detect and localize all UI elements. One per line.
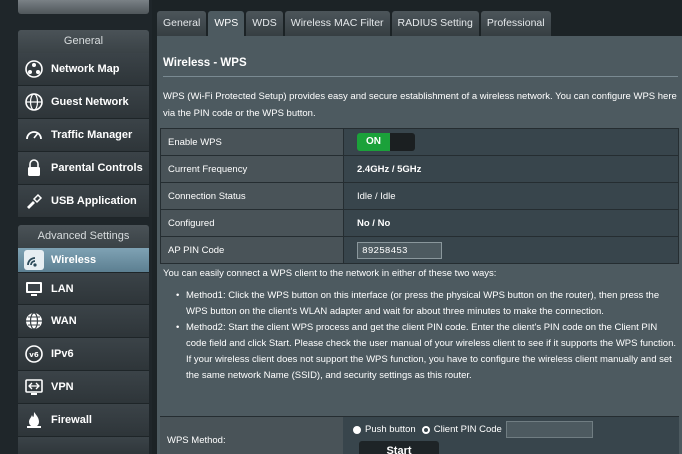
wifi-icon [24, 250, 44, 270]
sidebar-item-label: Parental Controls [51, 162, 143, 174]
wps-method-label: WPS Method: [160, 417, 343, 454]
sidebar-item-label: Guest Network [51, 96, 129, 108]
list-item: Method2: Start the client WPS process an… [176, 320, 678, 384]
instructions-list: Method1: Click the WPS button on this in… [163, 288, 678, 384]
configured-label: Configured [160, 209, 344, 237]
page-description: WPS (Wi-Fi Protected Setup) provides eas… [163, 91, 677, 119]
gauge-icon [24, 125, 44, 145]
network-map-icon [24, 59, 44, 79]
sidebar: General Network Map Guest Network Traffi… [0, 0, 152, 454]
vpn-icon [24, 377, 44, 397]
status-label: Connection Status [160, 182, 344, 210]
sidebar-item-label: Wireless [51, 254, 97, 266]
status-value: Idle / Idle [343, 182, 679, 210]
push-button-label: Push button [365, 424, 416, 435]
sidebar-item-label: USB Application [51, 195, 137, 207]
setting-row-frequency: Current Frequency 2.4GHz / 5GHz [160, 155, 679, 183]
tab-wireless-mac-filter[interactable]: Wireless MAC Filter [284, 11, 390, 36]
wps-panel: Wireless - WPS WPS (Wi-Fi Protected Setu… [157, 36, 682, 454]
toggle-knob [390, 133, 415, 151]
push-button-radio[interactable] [353, 425, 361, 434]
sidebar-item-network-map[interactable]: Network Map [18, 53, 149, 86]
sidebar-advanced-title: Advanced Settings [18, 225, 149, 248]
sidebar-item-usb-application[interactable]: USB Application [18, 185, 149, 218]
lock-icon [24, 158, 44, 178]
sidebar-item-wireless[interactable]: Wireless [18, 248, 149, 273]
setting-row-enable-wps: Enable WPS ON [160, 128, 679, 156]
list-item: Method1: Click the WPS button on this in… [176, 288, 678, 320]
sidebar-item-vpn[interactable]: VPN [18, 371, 149, 404]
sidebar-top-button[interactable] [18, 0, 149, 14]
sidebar-item-lan[interactable]: LAN [18, 273, 149, 305]
tab-professional[interactable]: Professional [480, 11, 551, 36]
client-pin-radio[interactable] [421, 425, 430, 434]
globe-icon [24, 92, 44, 112]
setting-row-status: Connection Status Idle / Idle [160, 182, 679, 210]
tab-wps[interactable]: WPS [208, 11, 245, 36]
tab-radius-setting[interactable]: RADIUS Setting [391, 11, 479, 36]
frequency-value: 2.4GHz / 5GHz [343, 155, 679, 183]
tab-bar: General WPS WDS Wireless MAC Filter RADI… [157, 11, 553, 36]
client-pin-label: Client PIN Code [433, 424, 502, 435]
sidebar-item-next[interactable] [18, 437, 149, 454]
ap-pin-field[interactable]: 89258453 [357, 241, 442, 259]
ipv6-globe-icon: v6 [24, 344, 44, 364]
frequency-label: Current Frequency [160, 155, 344, 183]
fire-icon [24, 410, 44, 430]
sidebar-advanced-group: Advanced Settings Wireless LAN WAN v6 IP… [18, 225, 149, 454]
toggle-on-label: ON [357, 133, 390, 151]
start-button[interactable]: Start [359, 441, 439, 454]
sidebar-item-label: IPv6 [51, 348, 74, 360]
sidebar-item-ipv6[interactable]: v6 IPv6 [18, 338, 149, 371]
wps-method-row: WPS Method: Push button Client PIN Code … [160, 416, 679, 454]
client-pin-input[interactable] [505, 421, 593, 438]
sidebar-general-title: General [18, 30, 149, 53]
enable-wps-toggle[interactable]: ON [357, 133, 415, 151]
sidebar-item-wan[interactable]: WAN [18, 305, 149, 338]
ap-pin-label: AP PIN Code [160, 236, 344, 264]
sidebar-item-label: LAN [51, 282, 74, 295]
tab-general[interactable]: General [157, 11, 207, 36]
globe-icon [24, 311, 44, 331]
puzzle-icon [24, 191, 44, 211]
enable-wps-label: Enable WPS [160, 128, 344, 156]
svg-text:v6: v6 [29, 351, 39, 359]
sidebar-item-label: Traffic Manager [51, 129, 133, 141]
configured-value: No / No [343, 209, 679, 237]
sidebar-item-traffic-manager[interactable]: Traffic Manager [18, 119, 149, 152]
setting-row-ap-pin: AP PIN Code 89258453 [160, 236, 679, 264]
setting-row-configured: Configured No / No [160, 209, 679, 237]
title-divider [163, 76, 678, 77]
wps-instructions: You can easily connect a WPS client to t… [163, 266, 678, 384]
wps-settings-table: Enable WPS ON Current Frequency 2.4GHz /… [160, 128, 679, 264]
sidebar-item-firewall[interactable]: Firewall [18, 404, 149, 437]
sidebar-item-parental-controls[interactable]: Parental Controls [18, 152, 149, 185]
sidebar-item-label: Network Map [51, 63, 120, 75]
monitor-icon [24, 279, 44, 299]
sidebar-general-group: General Network Map Guest Network Traffi… [18, 30, 149, 218]
page-title: Wireless - WPS [163, 57, 247, 69]
instructions-intro: You can easily connect a WPS client to t… [163, 268, 497, 279]
sidebar-item-label: WAN [51, 315, 77, 327]
sidebar-item-label: Firewall [51, 414, 92, 426]
tab-wds[interactable]: WDS [246, 11, 283, 36]
sidebar-item-label: VPN [51, 381, 74, 393]
sidebar-item-guest-network[interactable]: Guest Network [18, 86, 149, 119]
